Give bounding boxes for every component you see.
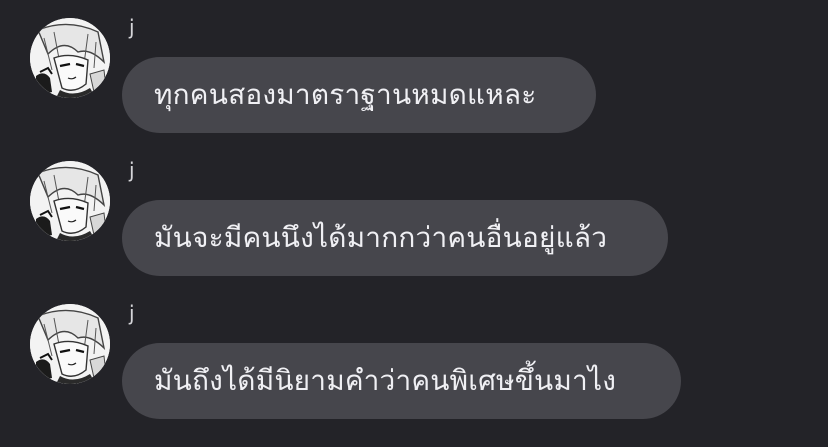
sender-name: j (129, 301, 135, 325)
message-group: j ทุกคนสองมาตราฐานหมดแหละ (0, 0, 828, 133)
chat-thread: j ทุกคนสองมาตราฐานหมดแหละ j มันจะมีคนนึง… (0, 0, 828, 447)
manga-character-avatar-icon (30, 304, 110, 384)
sender-name: j (129, 15, 135, 39)
message-text: มันจะมีคนนึงได้มากกว่าคนอื่นอยู่แล้ว (154, 221, 608, 254)
message-bubble[interactable]: มันถึงได้มีนิยามคำว่าคนพิเศษขึ้นมาไง (122, 343, 681, 419)
message-group: j มันจะมีคนนึงได้มากกว่าคนอื่นอยู่แล้ว (0, 143, 828, 276)
manga-character-avatar-icon (30, 161, 110, 241)
avatar[interactable] (30, 304, 110, 384)
message-text: ทุกคนสองมาตราฐานหมดแหละ (154, 78, 537, 111)
manga-character-avatar-icon (30, 18, 110, 98)
message-group: j มันถึงได้มีนิยามคำว่าคนพิเศษขึ้นมาไง (0, 286, 828, 419)
message-bubble[interactable]: ทุกคนสองมาตราฐานหมดแหละ (122, 57, 596, 133)
avatar[interactable] (30, 18, 110, 98)
message-text: มันถึงได้มีนิยามคำว่าคนพิเศษขึ้นมาไง (154, 364, 617, 397)
message-bubble[interactable]: มันจะมีคนนึงได้มากกว่าคนอื่นอยู่แล้ว (122, 200, 668, 276)
avatar[interactable] (30, 161, 110, 241)
sender-name: j (129, 158, 135, 182)
